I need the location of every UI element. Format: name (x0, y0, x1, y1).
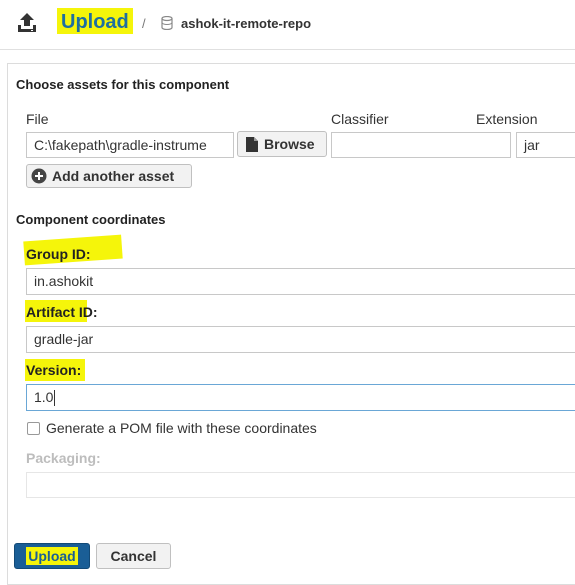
version-value: 1.0 (34, 389, 54, 405)
upload-button[interactable]: Upload (14, 543, 90, 569)
cancel-button[interactable]: Cancel (96, 543, 171, 569)
classifier-column-label: Classifier (331, 111, 389, 127)
generate-pom-checkbox[interactable] (27, 422, 40, 435)
browse-label: Browse (264, 136, 315, 152)
artifact-id-label: Artifact ID: (26, 304, 98, 320)
packaging-label: Packaging: (26, 450, 101, 466)
page-title: Upload (61, 11, 129, 33)
plus-circle-icon (31, 168, 47, 184)
breadcrumb-separator: / (142, 16, 146, 31)
database-icon (161, 15, 173, 31)
cancel-button-label: Cancel (110, 548, 157, 564)
generate-pom-label: Generate a POM file with these coordinat… (46, 420, 317, 436)
version-label: Version: (26, 362, 82, 378)
browse-button[interactable]: Browse (237, 131, 327, 157)
version-input[interactable]: 1.0 (26, 384, 575, 411)
coordinates-heading: Component coordinates (16, 212, 166, 227)
artifact-id-input[interactable]: gradle-jar (26, 326, 575, 353)
file-path-input[interactable]: C:\fakepath\gradle-instrume (26, 132, 234, 158)
file-column-label: File (26, 111, 49, 127)
file-icon (246, 136, 258, 152)
group-id-label: Group ID: (26, 246, 91, 262)
classifier-input[interactable] (331, 132, 511, 158)
packaging-input[interactable] (26, 472, 575, 498)
group-id-input[interactable]: in.ashokit (26, 268, 575, 295)
assets-heading: Choose assets for this component (16, 77, 230, 92)
add-asset-label: Add another asset (52, 168, 175, 184)
repository-name[interactable]: ashok-it-remote-repo (181, 16, 311, 31)
upload-icon (15, 11, 39, 35)
text-cursor (54, 390, 56, 407)
extension-input[interactable]: jar (516, 132, 575, 158)
extension-column-label: Extension (476, 111, 538, 127)
header-divider (0, 49, 575, 50)
upload-button-label: Upload (26, 547, 78, 565)
page-header: Upload / ashok-it-remote-repo (0, 0, 575, 50)
title-highlight: Upload (57, 8, 133, 34)
add-another-asset-button[interactable]: Add another asset (26, 164, 192, 188)
